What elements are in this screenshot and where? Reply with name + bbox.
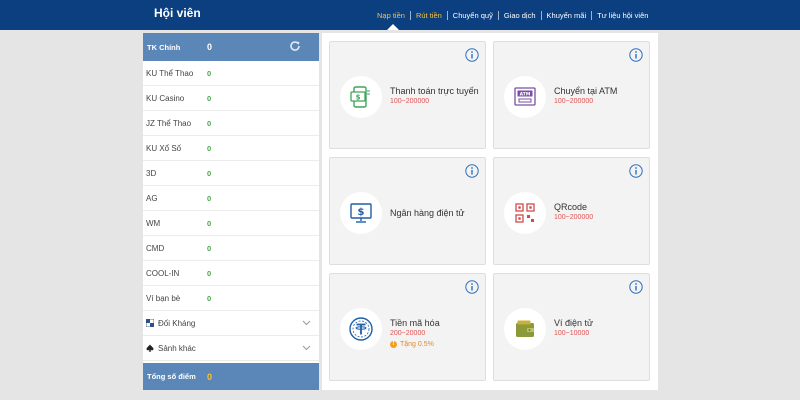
- total-points-value: 0: [207, 371, 213, 382]
- main-account-row: TK Chính 0: [143, 33, 319, 61]
- mobile-payment-icon: $: [350, 86, 370, 108]
- method-range: 200~20000: [390, 330, 426, 337]
- account-value: 0: [207, 118, 212, 128]
- method-bonus: ! Tặng 0.5%: [390, 341, 434, 348]
- top-nav: Nạp tiền Rút tiền Chuyển quỹ Giao dịch K…: [372, 0, 653, 30]
- account-row: KU Xổ Số 0: [143, 136, 319, 161]
- nav-transfer[interactable]: Chuyển quỹ: [446, 10, 498, 20]
- account-row: Ví bạn bè 0: [143, 286, 319, 311]
- account-row: KU Casino 0: [143, 86, 319, 111]
- account-row: CMD 0: [143, 236, 319, 261]
- method-icon-circle: [340, 308, 382, 350]
- method-icon-circle: [504, 192, 546, 234]
- account-value: 0: [207, 93, 212, 103]
- account-row: JZ Thể Thao 0: [143, 111, 319, 136]
- account-row: KU Thể Thao 0: [143, 61, 319, 86]
- method-range: 100~200000: [554, 98, 594, 105]
- method-name: QRcode: [554, 202, 588, 212]
- method-card-e-wallet[interactable]: Ví điện tử 100~10000: [493, 273, 650, 381]
- main-account-value: 0: [207, 42, 213, 52]
- method-range: 100~200000: [390, 98, 430, 105]
- qr-icon: [515, 203, 535, 223]
- method-icon-circle: $: [340, 76, 382, 118]
- account-label: 3D: [146, 168, 157, 178]
- account-value: 0: [207, 243, 212, 253]
- method-name: Chuyển tại ATM: [554, 86, 618, 96]
- group-row-sanh-khac[interactable]: Sảnh khác: [143, 336, 319, 361]
- account-label: KU Xổ Số: [146, 143, 182, 153]
- account-value: 0: [207, 193, 212, 203]
- exclamation-icon: !: [390, 341, 397, 348]
- method-card-online-payment[interactable]: $ Thanh toán trực tuyến 100~200000: [329, 41, 486, 149]
- chess-board-icon: [146, 319, 154, 327]
- wallet-icon: [516, 320, 534, 337]
- monitor-dollar-icon: $: [350, 203, 372, 223]
- info-icon[interactable]: [465, 48, 479, 62]
- method-card-crypto[interactable]: Tiền mã hóa 200~20000 ! Tặng 0.5%: [329, 273, 486, 381]
- account-label: WM: [146, 218, 161, 228]
- account-label: Ví bạn bè: [146, 293, 181, 303]
- svg-text:$: $: [356, 94, 361, 102]
- account-row: 3D 0: [143, 161, 319, 186]
- refresh-icon[interactable]: [289, 40, 301, 52]
- account-label: KU Casino: [146, 93, 185, 103]
- nav-promotions[interactable]: Khuyến mãi: [540, 10, 592, 20]
- method-icon-circle: [504, 308, 546, 350]
- main-account-label: TK Chính: [147, 42, 181, 52]
- method-card-e-banking[interactable]: $ Ngân hàng điện tử: [329, 157, 486, 265]
- method-icon-circle: ATM: [504, 76, 546, 118]
- method-name: Thanh toán trực tuyến: [390, 86, 479, 96]
- group-label: Sảnh khác: [158, 343, 196, 353]
- method-card-qrcode[interactable]: QRcode 100~200000: [493, 157, 650, 265]
- account-label: JZ Thể Thao: [146, 118, 192, 128]
- info-icon[interactable]: [629, 164, 643, 178]
- total-points-row: Tổng số điểm 0: [143, 363, 319, 390]
- method-name: Ngân hàng điện tử: [390, 208, 465, 218]
- nav-member-profile[interactable]: Tư liệu hội viên: [591, 10, 653, 20]
- account-value: 0: [207, 168, 212, 178]
- info-icon[interactable]: [629, 280, 643, 294]
- account-value: 0: [207, 68, 212, 78]
- account-label: KU Thể Thao: [146, 68, 194, 78]
- account-row: WM 0: [143, 211, 319, 236]
- chevron-down-icon: [302, 345, 311, 351]
- account-label: CMD: [146, 243, 165, 253]
- top-header: Hội viên Nạp tiền Rút tiền Chuyển quỹ Gi…: [0, 0, 800, 30]
- balance-sidebar: TK Chính 0 KU Thể Thao 0 KU Casino 0 JZ Th…: [143, 33, 319, 390]
- account-value: 0: [207, 268, 212, 278]
- group-row-doi-khang[interactable]: Đối Kháng: [143, 311, 319, 336]
- payment-methods-panel: $ Thanh toán trực tuyến 100~200000 ATM C…: [322, 33, 658, 390]
- method-name: Ví điện tử: [554, 318, 594, 328]
- method-card-atm[interactable]: ATM Chuyển tại ATM 100~200000: [493, 41, 650, 149]
- page-title: Hội viên: [154, 6, 201, 20]
- account-value: 0: [207, 218, 212, 228]
- total-points-label: Tổng số điểm: [147, 372, 196, 381]
- info-icon[interactable]: [629, 48, 643, 62]
- info-icon[interactable]: [465, 280, 479, 294]
- info-icon[interactable]: [465, 164, 479, 178]
- account-value: 0: [207, 143, 212, 153]
- spade-icon: [146, 344, 154, 352]
- nav-transactions[interactable]: Giao dịch: [497, 10, 541, 20]
- crypto-icon: [349, 317, 373, 341]
- svg-text:$: $: [358, 207, 365, 218]
- method-range: 100~10000: [554, 330, 590, 337]
- account-label: AG: [146, 193, 158, 203]
- active-nav-indicator: [387, 24, 399, 30]
- nav-withdraw[interactable]: Rút tiền: [409, 10, 447, 20]
- atm-icon: ATM: [514, 87, 536, 106]
- chevron-down-icon: [302, 320, 311, 326]
- method-name: Tiền mã hóa: [390, 318, 440, 328]
- account-value: 0: [207, 293, 212, 303]
- group-label: Đối Kháng: [158, 318, 196, 328]
- account-row: AG 0: [143, 186, 319, 211]
- svg-text:ATM: ATM: [520, 91, 531, 97]
- method-range: 100~200000: [554, 214, 594, 221]
- method-icon-circle: $: [340, 192, 382, 234]
- method-bonus-text: Tặng 0.5%: [400, 341, 434, 348]
- nav-deposit[interactable]: Nạp tiền: [372, 11, 410, 20]
- account-row: COOL-IN 0: [143, 261, 319, 286]
- account-label: COOL-IN: [146, 268, 180, 278]
